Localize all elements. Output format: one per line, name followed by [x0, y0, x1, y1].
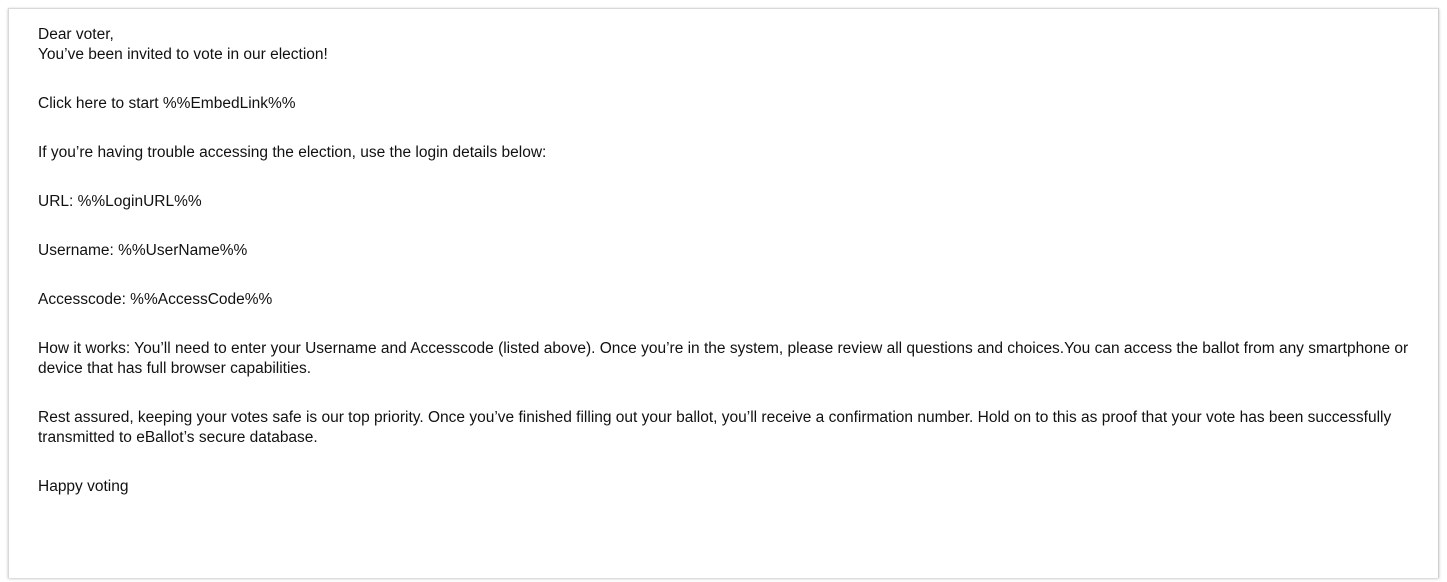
closing-text: Happy voting — [38, 478, 129, 495]
start-link-text: Click here to start %%EmbedLink%% — [38, 95, 296, 112]
email-body: Dear voter, You’ve been invited to vote … — [38, 25, 1433, 497]
accesscode-line: Accesscode: %%AccessCode%% — [38, 291, 273, 308]
greeting-text: Dear voter, — [38, 26, 114, 43]
rest-assured-paragraph: Rest assured, keeping your votes safe is… — [38, 409, 1392, 446]
how-it-works-paragraph: How it works: You’ll need to enter your … — [38, 340, 1409, 377]
email-frame: Dear voter, You’ve been invited to vote … — [8, 8, 1439, 578]
username-line: Username: %%UserName%% — [38, 242, 248, 259]
login-url-line: URL: %%LoginURL%% — [38, 193, 202, 210]
invite-text: You’ve been invited to vote in our elect… — [38, 46, 328, 63]
trouble-text: If you’re having trouble accessing the e… — [38, 144, 547, 161]
